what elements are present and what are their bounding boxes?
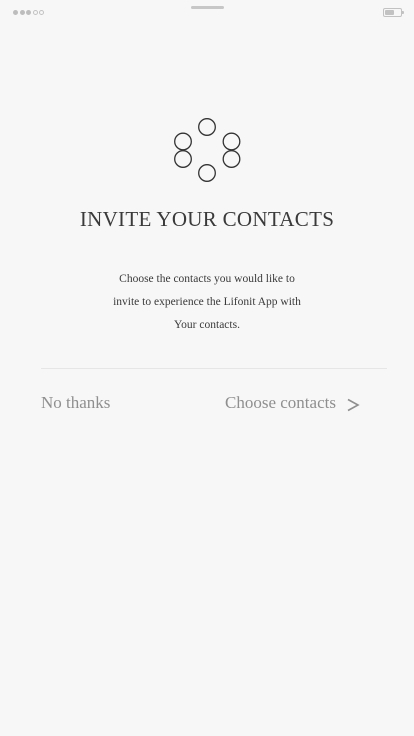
battery-icon [383,8,404,17]
status-bar [0,0,414,24]
signal-dot [32,10,38,15]
signal-dot [13,10,18,15]
drag-handle[interactable] [191,6,224,9]
signal-dot [19,10,25,15]
divider [41,368,387,369]
battery-nub [402,11,404,14]
signal-dot [39,10,44,15]
invite-description: Choose the contacts you would like to in… [97,268,317,337]
signal-dots-icon [13,10,44,15]
battery-level [385,10,394,15]
chevron-right-icon [347,398,360,412]
page-title: INVITE YOUR CONTACTS [79,207,335,231]
description-line: Choose the contacts you would like to [119,273,295,285]
circles-logo-icon [172,117,244,185]
description-line: Your contacts. [174,319,240,331]
description-line: invite to experience the Lifonit App wit… [113,296,301,308]
circles-logo-svg [174,118,241,182]
choose-contacts-button[interactable]: Choose contacts [225,393,360,413]
signal-dot [26,10,31,15]
choose-contacts-label: Choose contacts [225,393,336,412]
no-thanks-button[interactable]: No thanks [41,393,110,413]
